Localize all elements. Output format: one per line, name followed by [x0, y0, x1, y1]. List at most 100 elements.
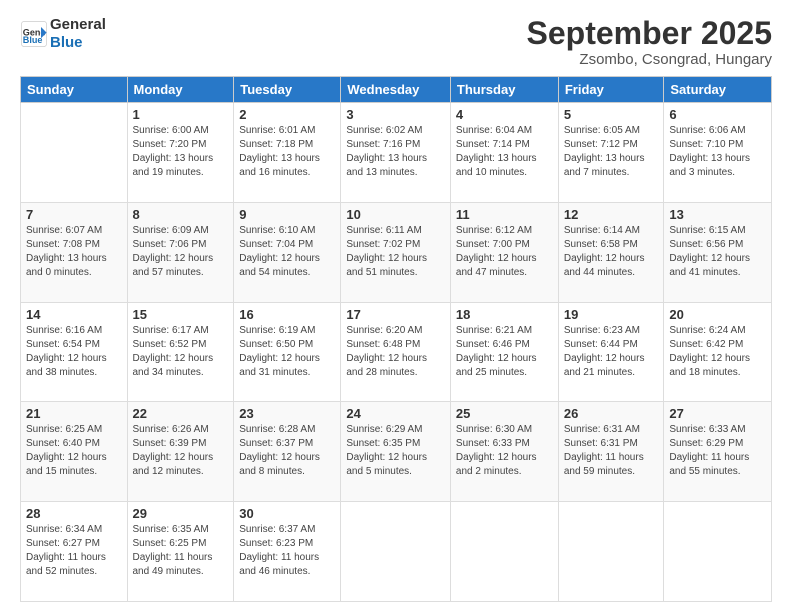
day-number: 4 — [456, 107, 553, 122]
day-detail: Sunrise: 6:26 AM Sunset: 6:39 PM Dayligh… — [133, 423, 229, 479]
day-detail: Sunrise: 6:04 AM Sunset: 7:14 PM Dayligh… — [456, 124, 553, 180]
calendar-cell-5-2: 29 Sunrise: 6:35 AM Sunset: 6:25 PM Dayli… — [127, 502, 234, 602]
day-number: 18 — [456, 307, 553, 322]
day-detail: Sunrise: 6:11 AM Sunset: 7:02 PM Dayligh… — [346, 224, 445, 280]
day-detail: Sunrise: 6:14 AM Sunset: 6:58 PM Dayligh… — [564, 224, 659, 280]
day-detail: Sunrise: 6:31 AM Sunset: 6:31 PM Dayligh… — [564, 423, 659, 479]
day-detail: Sunrise: 6:20 AM Sunset: 6:48 PM Dayligh… — [346, 324, 445, 380]
day-number: 14 — [26, 307, 122, 322]
calendar-cell-4-5: 25 Sunrise: 6:30 AM Sunset: 6:33 PM Dayli… — [450, 402, 558, 502]
day-detail: Sunrise: 6:02 AM Sunset: 7:16 PM Dayligh… — [346, 124, 445, 180]
calendar-cell-4-4: 24 Sunrise: 6:29 AM Sunset: 6:35 PM Dayli… — [341, 402, 451, 502]
calendar-cell-3-2: 15 Sunrise: 6:17 AM Sunset: 6:52 PM Dayli… — [127, 302, 234, 402]
calendar-cell-1-6: 5 Sunrise: 6:05 AM Sunset: 7:12 PM Daylig… — [558, 103, 664, 203]
calendar-cell-2-4: 10 Sunrise: 6:11 AM Sunset: 7:02 PM Dayli… — [341, 202, 451, 302]
day-detail: Sunrise: 6:00 AM Sunset: 7:20 PM Dayligh… — [133, 124, 229, 180]
calendar-cell-2-1: 7 Sunrise: 6:07 AM Sunset: 7:08 PM Daylig… — [21, 202, 128, 302]
calendar-cell-2-3: 9Sunrise: 6:10 AM Sunset: 7:04 PM Daylig… — [234, 202, 341, 302]
page-title: September 2025 — [527, 16, 772, 51]
day-number: 6 — [669, 107, 766, 122]
header-tuesday: Tuesday — [234, 77, 341, 103]
day-number: 25 — [456, 406, 553, 421]
calendar-cell-1-7: 6Sunrise: 6:06 AM Sunset: 7:10 PM Daylig… — [664, 103, 772, 203]
logo: Gene Blue General Blue — [20, 16, 106, 52]
day-number: 15 — [133, 307, 229, 322]
day-detail: Sunrise: 6:25 AM Sunset: 6:40 PM Dayligh… — [26, 423, 122, 479]
day-number: 29 — [133, 506, 229, 521]
calendar-cell-5-7 — [664, 502, 772, 602]
calendar-cell-4-6: 26 Sunrise: 6:31 AM Sunset: 6:31 PM Dayli… — [558, 402, 664, 502]
logo-icon: Gene Blue — [20, 20, 48, 48]
day-number: 10 — [346, 207, 445, 222]
header: Gene Blue General Blue September 2025 Zs… — [20, 16, 772, 68]
day-number: 30 — [239, 506, 335, 521]
calendar-cell-5-4 — [341, 502, 451, 602]
day-detail: Sunrise: 6:34 AM Sunset: 6:27 PM Dayligh… — [26, 523, 122, 579]
calendar-cell-5-3: 30 Sunrise: 6:37 AM Sunset: 6:23 PM Dayli… — [234, 502, 341, 602]
calendar-cell-4-3: 23Sunrise: 6:28 AM Sunset: 6:37 PM Dayli… — [234, 402, 341, 502]
logo-line2: Blue — [50, 34, 83, 51]
calendar-cell-5-5 — [450, 502, 558, 602]
day-detail: Sunrise: 6:37 AM Sunset: 6:23 PM Dayligh… — [239, 523, 335, 579]
day-number: 20 — [669, 307, 766, 322]
calendar-cell-3-1: 14 Sunrise: 6:16 AM Sunset: 6:54 PM Dayli… — [21, 302, 128, 402]
header-sunday: Sunday — [21, 77, 128, 103]
day-detail: Sunrise: 6:30 AM Sunset: 6:33 PM Dayligh… — [456, 423, 553, 479]
calendar-cell-3-7: 20Sunrise: 6:24 AM Sunset: 6:42 PM Dayli… — [664, 302, 772, 402]
day-number: 8 — [133, 207, 229, 222]
header-saturday: Saturday — [664, 77, 772, 103]
day-detail: Sunrise: 6:09 AM Sunset: 7:06 PM Dayligh… — [133, 224, 229, 280]
day-number: 28 — [26, 506, 122, 521]
logo-line1: General — [50, 16, 106, 33]
calendar-cell-1-4: 3 Sunrise: 6:02 AM Sunset: 7:16 PM Daylig… — [341, 103, 451, 203]
day-number: 5 — [564, 107, 659, 122]
svg-text:Blue: Blue — [23, 35, 43, 45]
day-number: 9 — [239, 207, 335, 222]
header-monday: Monday — [127, 77, 234, 103]
calendar-cell-4-2: 22 Sunrise: 6:26 AM Sunset: 6:39 PM Dayli… — [127, 402, 234, 502]
calendar-cell-3-4: 17Sunrise: 6:20 AM Sunset: 6:48 PM Dayli… — [341, 302, 451, 402]
day-number: 27 — [669, 406, 766, 421]
calendar-cell-5-6 — [558, 502, 664, 602]
calendar-cell-1-2: 1Sunrise: 6:00 AM Sunset: 7:20 PM Daylig… — [127, 103, 234, 203]
calendar-cell-2-2: 8 Sunrise: 6:09 AM Sunset: 7:06 PM Daylig… — [127, 202, 234, 302]
calendar-week-2: 7 Sunrise: 6:07 AM Sunset: 7:08 PM Daylig… — [21, 202, 772, 302]
day-number: 26 — [564, 406, 659, 421]
calendar-cell-4-7: 27 Sunrise: 6:33 AM Sunset: 6:29 PM Dayli… — [664, 402, 772, 502]
page-subtitle: Zsombo, Csongrad, Hungary — [527, 51, 772, 68]
day-number: 16 — [239, 307, 335, 322]
day-detail: Sunrise: 6:35 AM Sunset: 6:25 PM Dayligh… — [133, 523, 229, 579]
day-detail: Sunrise: 6:05 AM Sunset: 7:12 PM Dayligh… — [564, 124, 659, 180]
day-number: 22 — [133, 406, 229, 421]
day-number: 24 — [346, 406, 445, 421]
calendar-table: Sunday Monday Tuesday Wednesday Thursday… — [20, 76, 772, 602]
day-detail: Sunrise: 6:19 AM Sunset: 6:50 PM Dayligh… — [239, 324, 335, 380]
day-number: 13 — [669, 207, 766, 222]
day-detail: Sunrise: 6:07 AM Sunset: 7:08 PM Dayligh… — [26, 224, 122, 280]
header-wednesday: Wednesday — [341, 77, 451, 103]
calendar-cell-1-5: 4 Sunrise: 6:04 AM Sunset: 7:14 PM Daylig… — [450, 103, 558, 203]
day-number: 11 — [456, 207, 553, 222]
calendar-week-5: 28 Sunrise: 6:34 AM Sunset: 6:27 PM Dayli… — [21, 502, 772, 602]
title-block: September 2025 Zsombo, Csongrad, Hungary — [527, 16, 772, 68]
calendar-cell-1-3: 2Sunrise: 6:01 AM Sunset: 7:18 PM Daylig… — [234, 103, 341, 203]
calendar-cell-2-5: 11 Sunrise: 6:12 AM Sunset: 7:00 PM Dayli… — [450, 202, 558, 302]
day-detail: Sunrise: 6:29 AM Sunset: 6:35 PM Dayligh… — [346, 423, 445, 479]
day-detail: Sunrise: 6:01 AM Sunset: 7:18 PM Dayligh… — [239, 124, 335, 180]
calendar-cell-3-6: 19Sunrise: 6:23 AM Sunset: 6:44 PM Dayli… — [558, 302, 664, 402]
day-detail: Sunrise: 6:12 AM Sunset: 7:00 PM Dayligh… — [456, 224, 553, 280]
header-friday: Friday — [558, 77, 664, 103]
day-number: 21 — [26, 406, 122, 421]
day-number: 3 — [346, 107, 445, 122]
day-detail: Sunrise: 6:33 AM Sunset: 6:29 PM Dayligh… — [669, 423, 766, 479]
day-detail: Sunrise: 6:16 AM Sunset: 6:54 PM Dayligh… — [26, 324, 122, 380]
day-detail: Sunrise: 6:17 AM Sunset: 6:52 PM Dayligh… — [133, 324, 229, 380]
day-number: 7 — [26, 207, 122, 222]
calendar-cell-5-1: 28 Sunrise: 6:34 AM Sunset: 6:27 PM Dayli… — [21, 502, 128, 602]
calendar-week-3: 14 Sunrise: 6:16 AM Sunset: 6:54 PM Dayli… — [21, 302, 772, 402]
header-thursday: Thursday — [450, 77, 558, 103]
calendar-cell-3-5: 18Sunrise: 6:21 AM Sunset: 6:46 PM Dayli… — [450, 302, 558, 402]
day-detail: Sunrise: 6:28 AM Sunset: 6:37 PM Dayligh… — [239, 423, 335, 479]
calendar-cell-2-6: 12 Sunrise: 6:14 AM Sunset: 6:58 PM Dayli… — [558, 202, 664, 302]
day-number: 12 — [564, 207, 659, 222]
